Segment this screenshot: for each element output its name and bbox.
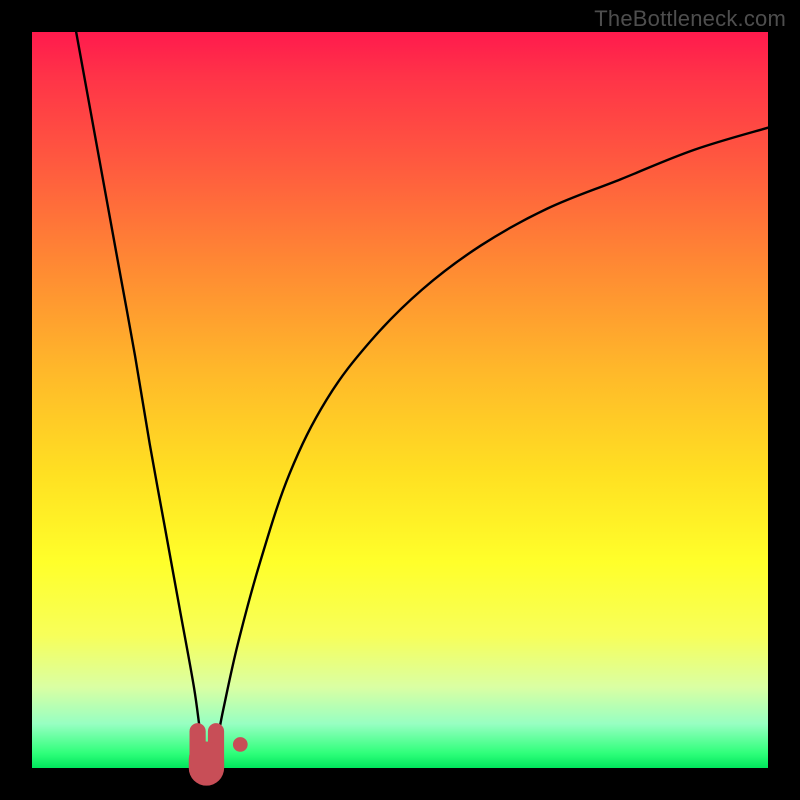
curve-layer xyxy=(32,32,768,768)
right-branch-path xyxy=(209,128,768,768)
plot-area xyxy=(32,32,768,768)
left-branch-path xyxy=(76,32,208,768)
attribution-text: TheBottleneck.com xyxy=(594,6,786,32)
chart-frame: TheBottleneck.com xyxy=(0,0,800,800)
dot-right xyxy=(233,737,248,752)
marker-layer xyxy=(198,731,248,768)
